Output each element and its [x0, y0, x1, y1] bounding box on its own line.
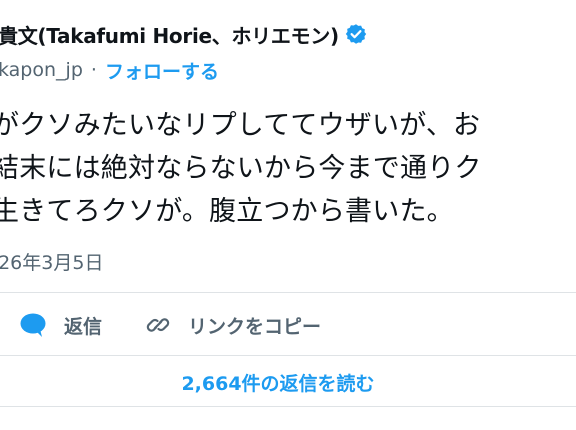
- copy-link-label: リンクをコピー: [188, 315, 322, 338]
- divider: [0, 406, 576, 407]
- read-replies-button[interactable]: 2,664件の返信を読む: [0, 362, 576, 402]
- follow-button[interactable]: フォローする: [105, 57, 219, 84]
- handle-row: kapon_jp · フォローする: [0, 56, 219, 84]
- copy-link-button[interactable]: リンクをコピー: [144, 311, 321, 339]
- divider: [0, 292, 576, 293]
- tweet-date[interactable]: 026年3月5日: [0, 248, 103, 275]
- tweet-text-line: がクソみたいなリプしててウザいが、お: [0, 110, 481, 141]
- tweet-text: がクソみたいなリプしててウザいが、お 結末には絶対ならないから今まで通りク 生き…: [0, 104, 576, 233]
- author-display-name[interactable]: 貴文(Takafumi Horie、ホリエモン): [0, 20, 339, 49]
- tweet-text-line: 生きてろクソが。腹立つから書いた。: [0, 196, 454, 227]
- author-handle[interactable]: kapon_jp: [0, 59, 83, 81]
- action-bar: 返信 リンクをコピー: [18, 305, 321, 345]
- reply-label: 返信: [64, 315, 103, 338]
- divider: [0, 355, 576, 356]
- link-icon: [144, 311, 172, 339]
- reply-button[interactable]: 返信: [18, 310, 102, 340]
- speech-bubble-icon: [18, 310, 48, 340]
- verified-badge-icon: [345, 23, 367, 45]
- tweet-text-line: 結末には絶対ならないから今まで通りク: [0, 153, 482, 184]
- author-row: 貴文(Takafumi Horie、ホリエモン): [0, 18, 367, 50]
- read-replies-label: 2,664件の返信を読む: [181, 372, 375, 395]
- tweet-card: 貴文(Takafumi Horie、ホリエモン) kapon_jp · フォロー…: [0, 0, 576, 430]
- separator-dot: ·: [90, 59, 97, 81]
